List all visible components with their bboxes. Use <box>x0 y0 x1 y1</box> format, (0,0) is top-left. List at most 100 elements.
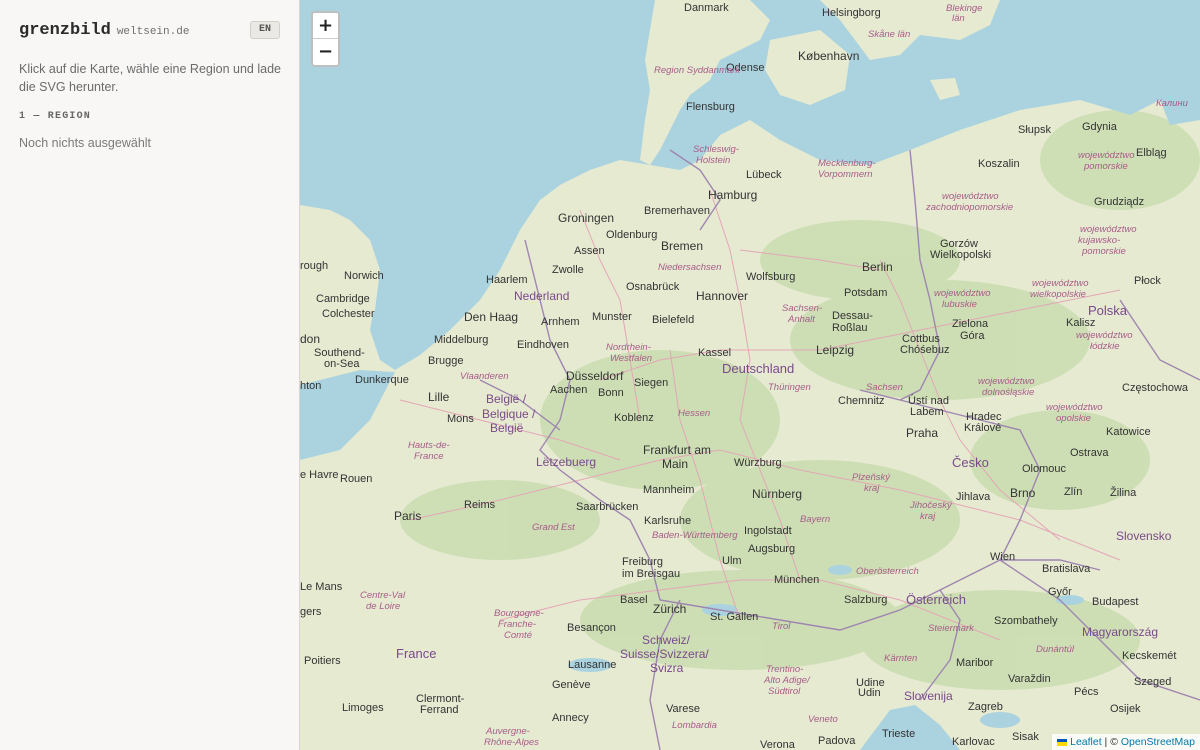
svg-text:Hannover: Hannover <box>696 289 748 303</box>
svg-text:Den Haag: Den Haag <box>464 310 518 324</box>
zoom-out-button[interactable]: − <box>313 39 338 65</box>
svg-text:Slovensko: Slovensko <box>1116 529 1172 543</box>
svg-text:Skåne län: Skåne län <box>868 29 910 40</box>
svg-text:Slovenija: Slovenija <box>904 689 953 703</box>
svg-text:Vlaanderen: Vlaanderen <box>460 371 509 382</box>
svg-text:Jihlava: Jihlava <box>956 491 991 503</box>
sidebar: grenzbild weltsein.de EN Klick auf die K… <box>0 0 300 750</box>
svg-text:Győr: Győr <box>1048 586 1072 598</box>
svg-text:Nordrhein-: Nordrhein- <box>606 342 651 353</box>
svg-text:Norwich: Norwich <box>344 270 384 282</box>
svg-text:Bielefeld: Bielefeld <box>652 314 694 326</box>
svg-text:pomorskie: pomorskie <box>1081 246 1126 257</box>
svg-text:Comté: Comté <box>504 630 532 641</box>
svg-text:Katowice: Katowice <box>1106 426 1151 438</box>
svg-text:hton: hton <box>300 380 321 392</box>
svg-text:Bourgogne-: Bourgogne- <box>494 608 544 619</box>
svg-text:Veneto: Veneto <box>808 714 838 725</box>
svg-text:Anhalt: Anhalt <box>787 314 815 325</box>
svg-text:Vorpommern: Vorpommern <box>818 169 873 180</box>
svg-text:lubuskie: lubuskie <box>942 299 977 310</box>
svg-text:Ostrava: Ostrava <box>1070 447 1109 459</box>
map-tiles[interactable]: Danmark Helsingborg København Odense Fle… <box>300 0 1200 750</box>
svg-text:Karlsruhe: Karlsruhe <box>644 515 691 527</box>
svg-text:France: France <box>396 646 436 661</box>
svg-text:Szombathely: Szombathely <box>994 615 1058 627</box>
svg-text:kraj: kraj <box>920 511 936 522</box>
svg-text:Mecklenburg-: Mecklenburg- <box>818 158 876 169</box>
svg-text:St. Gallen: St. Gallen <box>710 611 758 623</box>
svg-text:Sachsen-: Sachsen- <box>782 303 822 314</box>
svg-text:Dessau-: Dessau- <box>832 310 873 322</box>
svg-text:Aachen: Aachen <box>550 384 587 396</box>
svg-text:Steiermark: Steiermark <box>928 623 975 634</box>
svg-text:województwo: województwo <box>1078 150 1135 161</box>
svg-text:Besançon: Besançon <box>567 622 616 634</box>
leaflet-link[interactable]: Leaflet <box>1070 736 1102 748</box>
svg-text:Eindhoven: Eindhoven <box>517 339 569 351</box>
svg-text:Centre-Val: Centre-Val <box>360 590 406 601</box>
svg-text:on-Sea: on-Sea <box>324 358 360 370</box>
svg-text:Jihočeský: Jihočeský <box>909 500 953 511</box>
svg-text:Region Syddanmark: Region Syddanmark <box>654 65 741 76</box>
svg-text:Roßlau: Roßlau <box>832 322 867 334</box>
svg-text:Zürich: Zürich <box>653 602 686 616</box>
svg-text:Helsingborg: Helsingborg <box>822 7 881 19</box>
svg-text:Salzburg: Salzburg <box>844 594 887 606</box>
svg-text:Saarbrücken: Saarbrücken <box>576 501 638 513</box>
svg-text:Wien: Wien <box>990 551 1015 563</box>
svg-text:Munster: Munster <box>592 311 632 323</box>
svg-text:Plzeňský: Plzeňský <box>852 472 891 483</box>
svg-text:Osnabrück: Osnabrück <box>626 281 680 293</box>
svg-text:Brugge: Brugge <box>428 355 463 367</box>
svg-text:Padova: Padova <box>818 735 856 747</box>
svg-text:Oberösterreich: Oberösterreich <box>856 566 919 577</box>
svg-text:Słupsk: Słupsk <box>1018 124 1052 136</box>
svg-text:Alto Adige/: Alto Adige/ <box>763 675 811 686</box>
map-attribution: Leaflet | © OpenStreetMap <box>1052 734 1200 750</box>
svg-text:Lombardia: Lombardia <box>672 720 717 731</box>
svg-text:Pécs: Pécs <box>1074 686 1099 698</box>
svg-text:Osijek: Osijek <box>1110 703 1141 715</box>
svg-text:zachodniopomorskie: zachodniopomorskie <box>925 202 1013 213</box>
svg-text:Mons: Mons <box>447 413 474 425</box>
svg-text:Magyarország: Magyarország <box>1082 625 1158 639</box>
svg-text:Verona: Verona <box>760 739 796 750</box>
svg-text:Lübeck: Lübeck <box>746 169 782 181</box>
svg-text:Thüringen: Thüringen <box>768 382 811 393</box>
svg-text:Flensburg: Flensburg <box>686 101 735 113</box>
svg-text:Udin: Udin <box>858 687 881 699</box>
svg-text:Hamburg: Hamburg <box>708 188 757 202</box>
svg-text:Freiburg: Freiburg <box>622 556 663 568</box>
svg-text:Würzburg: Würzburg <box>734 457 782 469</box>
svg-text:Nürnberg: Nürnberg <box>752 487 802 501</box>
svg-text:Gdynia: Gdynia <box>1082 121 1118 133</box>
openstreetmap-link[interactable]: OpenStreetMap <box>1121 736 1195 748</box>
svg-text:Chóśebuz: Chóśebuz <box>900 344 950 356</box>
svg-text:województwo: województwo <box>1080 224 1137 235</box>
map-view[interactable]: Danmark Helsingborg København Odense Fle… <box>300 0 1200 750</box>
svg-text:Paris: Paris <box>394 509 421 523</box>
svg-text:Groningen: Groningen <box>558 211 614 225</box>
svg-text:Polska: Polska <box>1088 303 1128 318</box>
svg-text:Częstochowa: Częstochowa <box>1122 382 1189 394</box>
ukraine-flag-icon <box>1057 738 1068 746</box>
svg-text:Lëtzebuerg: Lëtzebuerg <box>536 455 596 469</box>
svg-text:Dunántúl: Dunántúl <box>1036 644 1075 655</box>
svg-text:Suisse/Svizzera/: Suisse/Svizzera/ <box>620 647 709 661</box>
zoom-in-button[interactable]: + <box>313 13 338 39</box>
svg-text:Česko: Česko <box>952 455 989 470</box>
svg-text:Králové: Králové <box>964 422 1001 434</box>
svg-text:Wolfsburg: Wolfsburg <box>746 271 795 283</box>
svg-text:Niedersachsen: Niedersachsen <box>658 262 721 273</box>
svg-text:Österreich: Österreich <box>906 592 966 607</box>
svg-text:België /: België / <box>486 392 527 406</box>
language-toggle-button[interactable]: EN <box>250 21 280 39</box>
svg-text:Varese: Varese <box>666 703 700 715</box>
svg-text:Mannheim: Mannheim <box>643 484 694 496</box>
section-label-region: 1 — REGION <box>19 111 92 122</box>
svg-text:Basel: Basel <box>620 594 648 606</box>
svg-text:Baden-Württemberg: Baden-Württemberg <box>652 530 738 541</box>
svg-text:Калини: Калини <box>1156 98 1189 109</box>
svg-text:im Breisgau: im Breisgau <box>622 568 680 580</box>
